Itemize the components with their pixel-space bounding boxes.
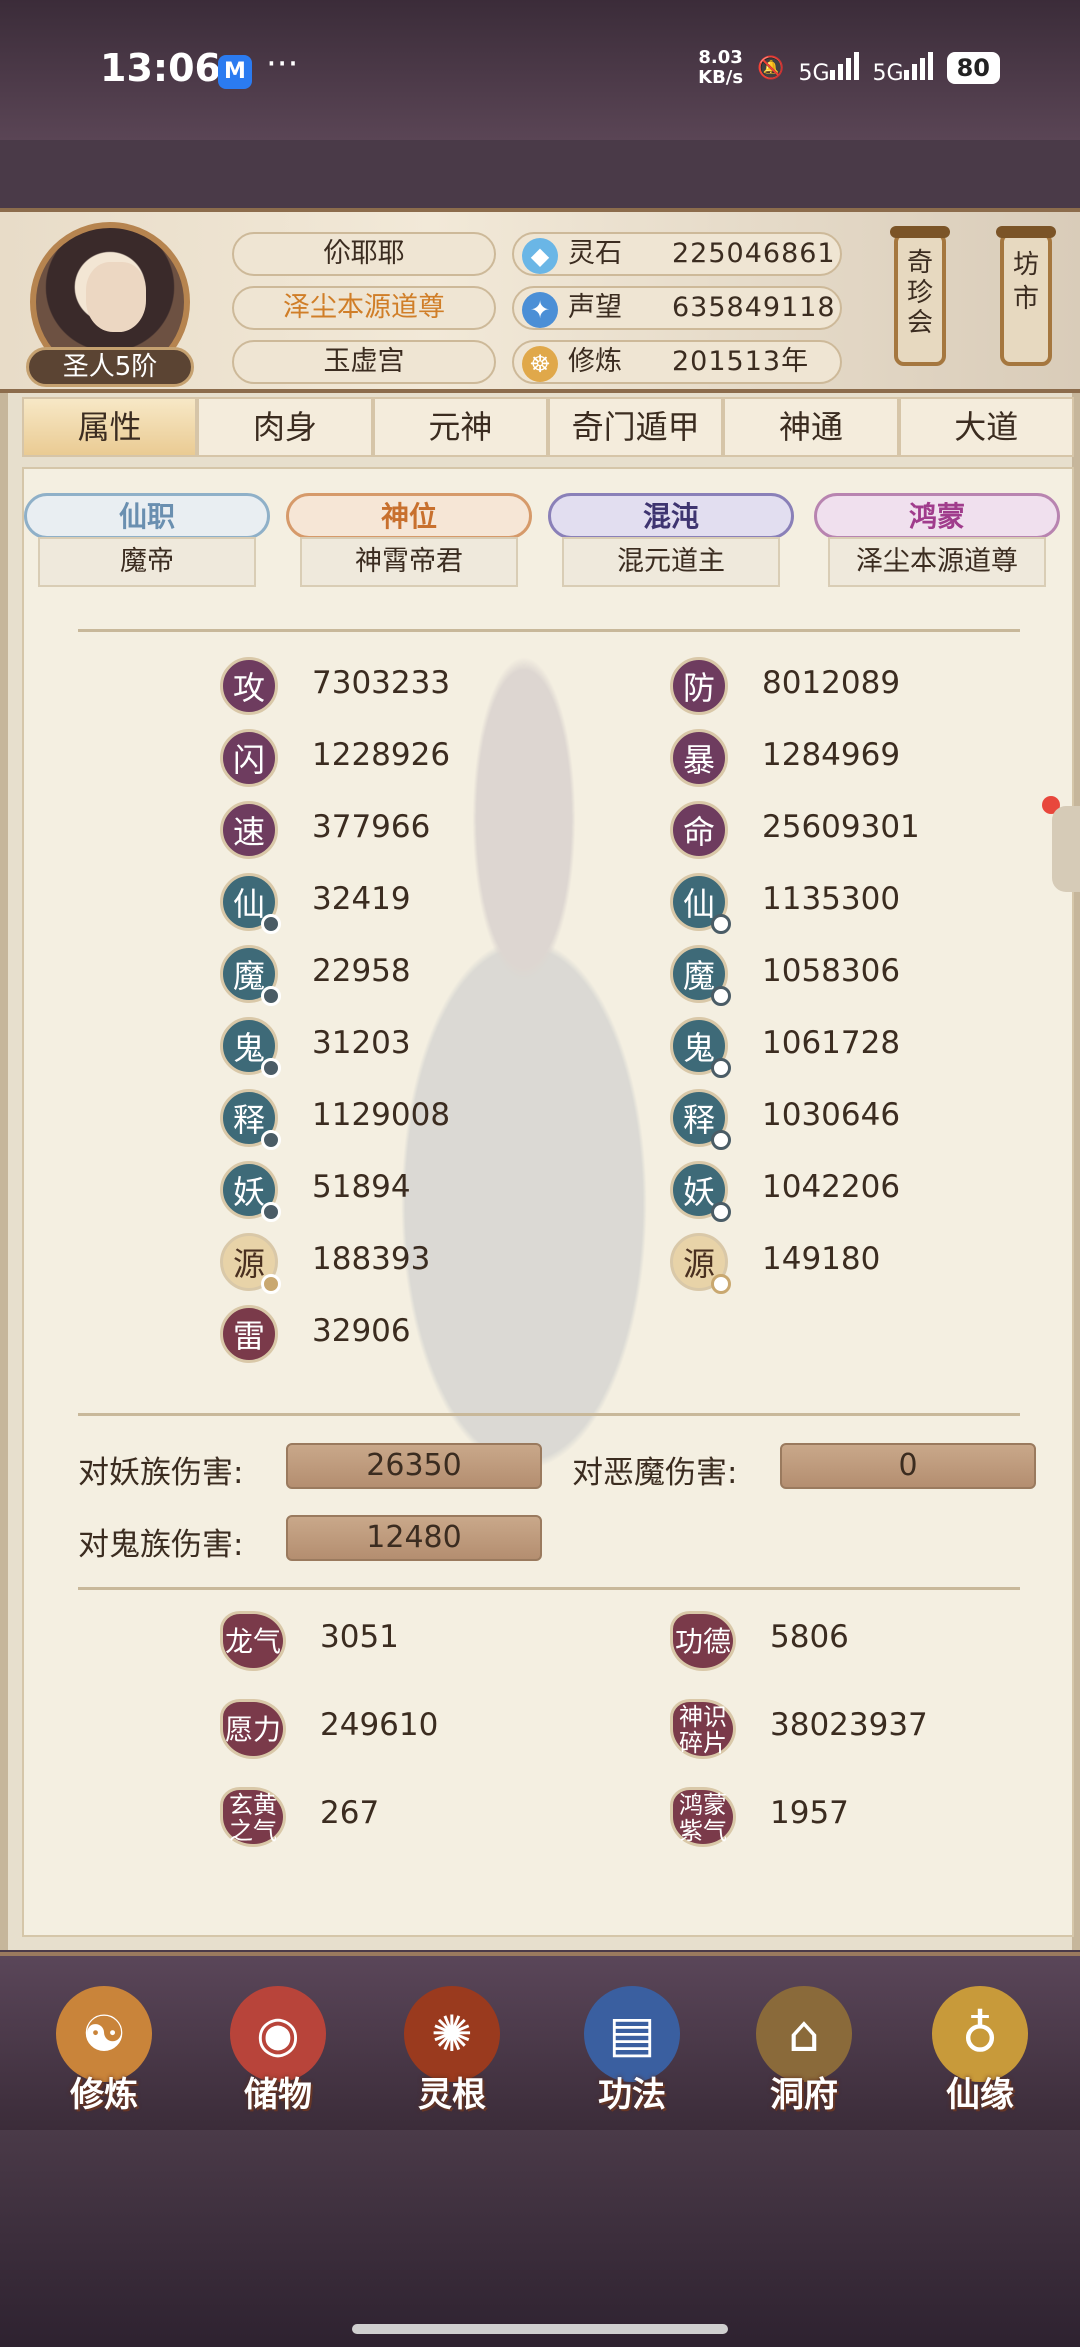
nav-cultivate[interactable]: ☯ 修炼 [34, 1986, 174, 2126]
tab-qimen[interactable]: 奇门遁甲 [547, 397, 724, 457]
market-button[interactable]: 坊市 [996, 226, 1056, 366]
dmg-demon-race-label: 对妖族伤害: [78, 1455, 244, 1491]
status-time: 13:06 [100, 46, 221, 90]
dmg-ghost-label: 对鬼族伤害: [78, 1527, 244, 1563]
treasure-hall-button[interactable]: 奇珍会 [890, 226, 950, 366]
divider-3 [78, 1587, 1020, 1590]
nav-destiny[interactable]: ♁ 仙缘 [910, 1986, 1050, 2126]
net-speed: 8.03 KB/s [698, 47, 744, 88]
home-indicator[interactable] [352, 2324, 728, 2334]
signal-2: 5G [873, 50, 933, 86]
nav-storage[interactable]: ◉ 储物 [208, 1986, 348, 2126]
dmg-demon-race-value: 26350 [286, 1443, 542, 1489]
divider-1 [78, 629, 1020, 632]
tab-bar: 属性 肉身 元神 奇门遁甲 神通 大道 [22, 397, 1074, 457]
player-title: 泽尘本源道尊 [232, 286, 496, 330]
tab-powers[interactable]: 神通 [723, 397, 899, 457]
bottom-decoration [0, 2130, 1080, 2347]
status-right: 8.03 KB/s 🔕 5G 5G 80 [698, 48, 1000, 88]
tab-body[interactable]: 肉身 [197, 397, 373, 457]
more-notifications-icon: ··· [266, 44, 299, 84]
avatar-face [86, 262, 146, 332]
battery-indicator: 80 [946, 52, 1000, 84]
title-chaos: 混沌 混元道主 [548, 493, 794, 593]
signal-1: 5G [799, 50, 859, 86]
resource-spirit-stone: ◆ 灵石 225046861 [512, 232, 842, 276]
resource-reputation: ✦ 声望 635849118 [512, 286, 842, 330]
tab-soul[interactable]: 元神 [372, 397, 548, 457]
attribute-panel: 属性 肉身 元神 奇门遁甲 神通 大道 仙职 魔帝 神位 神霄帝君 混沌 混元道… [0, 393, 1080, 1950]
player-sect: 玉虚宫 [232, 340, 496, 384]
spirit-stone-icon: ◆ [522, 238, 558, 274]
nav-spirit-root[interactable]: ✺ 灵根 [382, 1986, 522, 2126]
player-name: 伱耶耶 [232, 232, 496, 276]
dmg-evil-label: 对恶魔伤害: [572, 1455, 738, 1491]
nav-cave[interactable]: ⌂ 洞府 [734, 1986, 874, 2126]
divider-2 [78, 1413, 1020, 1416]
mute-icon: 🔕 [757, 55, 785, 81]
attribute-content: 仙职 魔帝 神位 神霄帝君 混沌 混元道主 鸿蒙 泽尘本源道尊 攻 7303233… [22, 467, 1074, 1937]
player-rank: 圣人5阶 [26, 347, 194, 387]
title-hongmeng: 鸿蒙 泽尘本源道尊 [814, 493, 1060, 593]
title-row: 仙职 魔帝 神位 神霄帝君 混沌 混元道主 鸿蒙 泽尘本源道尊 [24, 493, 1076, 593]
tab-attributes[interactable]: 属性 [22, 397, 198, 457]
resource-cultivation: ☸ 修炼 201513年 [512, 340, 842, 384]
nav-techniques[interactable]: ▤ 功法 [562, 1986, 702, 2126]
dmg-evil-value: 0 [780, 1443, 1036, 1489]
cultivation-icon: ☸ [522, 346, 558, 382]
dmg-ghost-value: 12480 [286, 1515, 542, 1561]
side-drawer-handle[interactable] [1052, 806, 1080, 892]
title-divine-rank: 神位 神霄帝君 [286, 493, 532, 593]
tab-dao[interactable]: 大道 [898, 397, 1074, 457]
bottom-nav: ☯ 修炼 ◉ 储物 ✺ 灵根 ▤ 功法 ⌂ 洞府 ♁ 仙缘 [0, 1952, 1080, 2130]
status-bar: 13:06 M ··· 8.03 KB/s 🔕 5G 5G 80 [0, 0, 1080, 140]
app-notification-icon: M [218, 55, 252, 89]
title-immortal-post: 仙职 魔帝 [24, 493, 270, 593]
reputation-icon: ✦ [522, 292, 558, 328]
